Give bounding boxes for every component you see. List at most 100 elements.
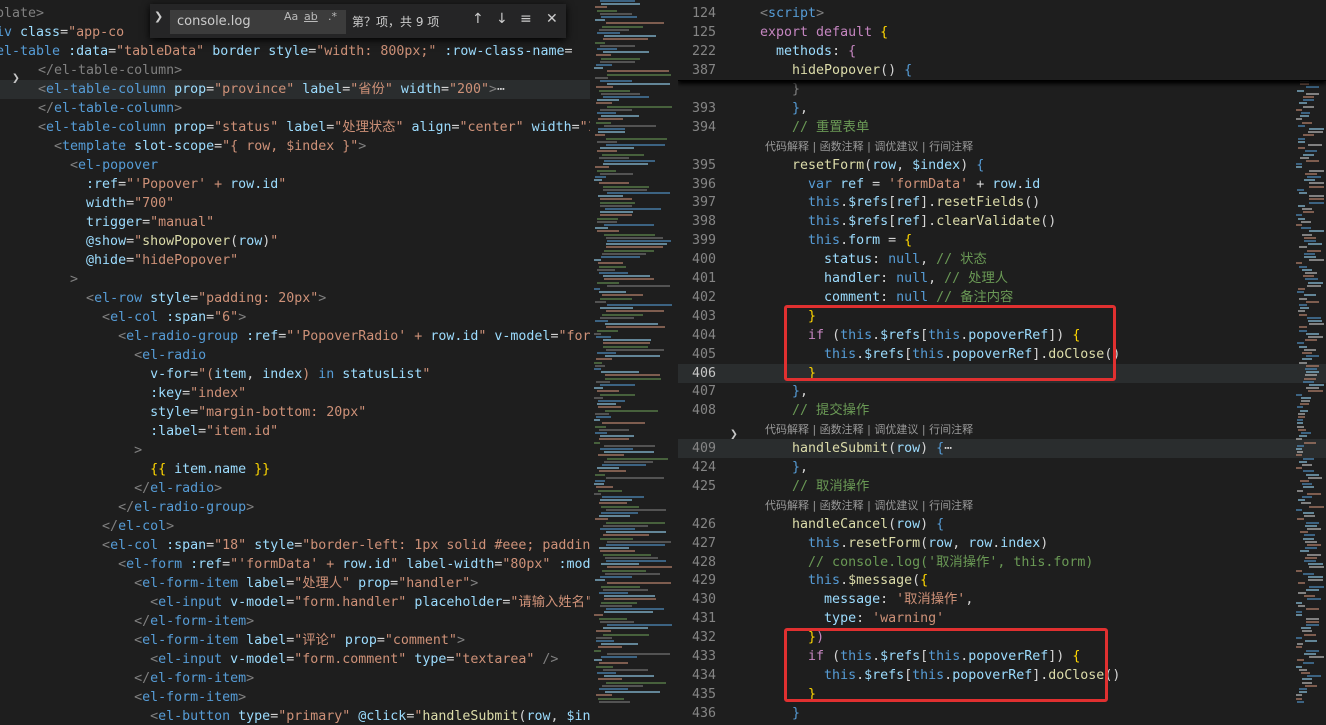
code-line[interactable]: el-table :data="tableData" border style=…	[0, 42, 590, 61]
code-line[interactable]: <el-radio-group :ref="'PopoverRadio' + r…	[0, 327, 590, 346]
code-token: >	[238, 310, 247, 325]
right-editor[interactable]: } 393 }, 394 // 重置表单 代码解释 | 函数注释 | 调优建议 | …	[678, 0, 1326, 725]
code-line[interactable]: 代码解释 | 函数注释 | 调优建议 | 行间注释	[678, 420, 1326, 439]
code-line[interactable]: 430 message: '取消操作',	[678, 590, 1326, 609]
code-line[interactable]: 代码解释 | 函数注释 | 调优建议 | 行间注释	[678, 137, 1326, 156]
code-line[interactable]: 409 handleSubmit(row) {⋯	[678, 439, 1326, 459]
match-case-icon[interactable]: Aa	[284, 10, 298, 23]
code-line[interactable]: <el-popover	[0, 156, 590, 175]
highlight-box-2	[784, 628, 1108, 702]
code-line[interactable]: @hide="hidePopover"	[0, 251, 590, 270]
code-line[interactable]: 436 }	[678, 704, 1326, 723]
whole-word-icon[interactable]: ab	[304, 10, 318, 23]
code-line[interactable]: 427 this.resetForm(row, row.index)	[678, 534, 1326, 553]
code-line[interactable]: 394 // 重置表单	[678, 118, 1326, 137]
sticky-line[interactable]: 222 methods: {	[678, 42, 1326, 61]
right-minimap[interactable]	[1292, 0, 1326, 725]
code-line[interactable]: </el-form-item>	[0, 669, 590, 688]
minimap-stripe	[594, 387, 603, 390]
code-line[interactable]: <el-col :span="6">	[0, 308, 590, 327]
code-line[interactable]: v-for="(item, index) in statusList"	[0, 365, 590, 384]
sticky-scroll-header[interactable]: 124 <script> 125 export default {222 meth…	[678, 0, 1326, 81]
code-line[interactable]: 398 this.$refs[ref].clearValidate()	[678, 212, 1326, 231]
left-editor[interactable]: plate> iv class="app-co el-table :data="ta…	[0, 0, 590, 725]
code-line[interactable]: <el-input v-model="form.handler" placeho…	[0, 593, 590, 612]
code-line[interactable]: width="700"	[0, 194, 590, 213]
find-in-selection-icon[interactable]: ≡	[520, 11, 532, 27]
code-line[interactable]: 428 // console.log('取消操作', this.form)	[678, 553, 1326, 572]
code-line[interactable]: trigger="manual"	[0, 213, 590, 232]
code-line[interactable]: <el-radio	[0, 346, 590, 365]
code-line[interactable]: {{ item.name }}	[0, 460, 590, 479]
code-line[interactable]: <el-form :ref="'formData' + row.id" labe…	[0, 555, 590, 574]
code-line[interactable]: </el-table-column>	[0, 99, 590, 118]
code-line[interactable]: 431 type: 'warning'	[678, 609, 1326, 628]
code-line[interactable]: </el-radio>	[0, 479, 590, 498]
find-input[interactable]: console.log	[170, 10, 346, 34]
minimap-stripe	[1298, 217, 1305, 220]
next-match-icon[interactable]: ↓	[496, 11, 508, 27]
close-icon[interactable]: ✕	[546, 11, 558, 27]
previous-match-icon[interactable]: ↑	[472, 11, 484, 27]
code-token: )	[920, 441, 937, 457]
code-line[interactable]: </el-radio-group>	[0, 498, 590, 517]
code-line[interactable]: 400 status: null, // 状态	[678, 250, 1326, 269]
code-line[interactable]: 425 // 取消操作	[678, 477, 1326, 496]
code-line[interactable]: <template slot-scope="{ row, $index }">	[0, 137, 590, 156]
minimap-stripe	[1305, 524, 1317, 527]
code-token: form	[848, 233, 889, 249]
code-line[interactable]: style="margin-bottom: 20px"	[0, 403, 590, 422]
minimap-stripe	[1308, 336, 1323, 338]
fold-chevron-icon[interactable]: ❯	[730, 427, 738, 442]
code-token: =	[206, 538, 215, 553]
code-line[interactable]: <el-col :span="18" style="border-left: 1…	[0, 536, 590, 555]
code-line[interactable]: <el-form-item label="评论" prop="comment">	[0, 631, 590, 650]
minimap-stripe	[600, 172, 633, 175]
code-line[interactable]: :label="item.id"	[0, 422, 590, 441]
code-line[interactable]: <el-button type="primary" @click="handle…	[0, 707, 590, 725]
code-line[interactable]: }	[678, 80, 1326, 99]
code-line[interactable]: :key="index"	[0, 384, 590, 403]
line-number: 399	[691, 233, 716, 249]
minimap-stripe	[1304, 240, 1316, 242]
sticky-line[interactable]: 387 hidePopover() {	[678, 61, 1326, 80]
code-line[interactable]: 424 },	[678, 458, 1326, 477]
code-token: >	[470, 576, 479, 591]
fold-chevron-icon[interactable]: ❯	[12, 71, 20, 86]
left-minimap[interactable]	[590, 0, 678, 725]
code-line[interactable]: <el-row style="padding: 20px">	[0, 289, 590, 308]
code-line[interactable]: <el-form-item label="处理人" prop="handler"…	[0, 574, 590, 593]
code-token: item	[214, 367, 247, 382]
code-line[interactable]: @show="showPopover(row)"	[0, 232, 590, 251]
find-expand-icon[interactable]: ❯	[154, 10, 163, 23]
code-line[interactable]: <el-table-column prop="province" label="…	[0, 80, 590, 99]
code-line[interactable]: <el-table-column prop="status" label="处理…	[0, 118, 590, 137]
code-line[interactable]: 408 // 提交操作	[678, 401, 1326, 420]
sticky-line[interactable]: 124 <script>	[678, 4, 1326, 23]
code-line[interactable]: </el-table-column>	[0, 61, 590, 80]
code-line[interactable]: </el-form-item>	[0, 612, 590, 631]
code-line[interactable]: 426 handleCancel(row) {	[678, 515, 1326, 534]
minimap-stripe	[603, 342, 650, 345]
code-line[interactable]: >	[0, 270, 590, 289]
find-widget[interactable]: ❯ console.log Aa ab .* 第？项，共 9 项 ↑ ↓ ≡ ✕	[150, 4, 566, 38]
code-line[interactable]: 393 },	[678, 99, 1326, 118]
code-line[interactable]: </el-col>	[0, 517, 590, 536]
code-line[interactable]: :ref="'Popover' + row.id"	[0, 175, 590, 194]
code-line[interactable]: 395 resetForm(row, $index) {	[678, 156, 1326, 175]
code-line[interactable]: >	[0, 441, 590, 460]
minimap-stripe	[1298, 604, 1305, 607]
code-line[interactable]: 399 this.form = {	[678, 231, 1326, 250]
code-line[interactable]: <el-input v-model="form.comment" type="t…	[0, 650, 590, 669]
minimap-stripe	[598, 195, 623, 198]
code-line[interactable]: 429 this.$message({	[678, 571, 1326, 590]
code-line[interactable]: 396 var ref = 'formData' + row.id	[678, 175, 1326, 194]
code-token: ,	[246, 367, 263, 382]
sticky-line[interactable]: 125 export default {	[678, 23, 1326, 42]
code-line[interactable]: 401 handler: null, // 处理人	[678, 269, 1326, 288]
code-line[interactable]: 代码解释 | 函数注释 | 调优建议 | 行间注释	[678, 496, 1326, 515]
regex-icon[interactable]: .*	[328, 10, 337, 23]
code-line[interactable]: 407 },	[678, 382, 1326, 401]
code-line[interactable]: <el-form-item>	[0, 688, 590, 707]
code-line[interactable]: 397 this.$refs[ref].resetFields()	[678, 193, 1326, 212]
